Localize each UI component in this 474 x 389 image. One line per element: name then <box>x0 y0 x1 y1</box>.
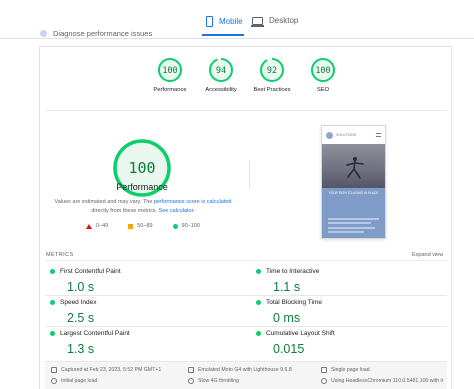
legend-pass: 90–100 <box>172 223 200 229</box>
tab-mobile[interactable]: Mobile <box>206 16 243 27</box>
tab-desktop-label: Desktop <box>269 16 299 25</box>
metric-value: 2.5 s <box>67 311 95 325</box>
metric-value: 0 ms <box>273 311 301 325</box>
page-icon <box>321 367 327 373</box>
divider <box>45 260 447 261</box>
legend-label: 0–49 <box>96 223 109 229</box>
metric-cumulative-layout-shift: Cumulative Layout Shift 0.015 <box>256 330 446 356</box>
metric-total-blocking-time: Total Blocking Time 0 ms <box>256 299 446 325</box>
metric-value: 1.3 s <box>67 342 95 356</box>
logo-icon <box>326 131 333 139</box>
performance-title: Performance <box>116 182 168 192</box>
note-text: Values are estimated and may vary. The <box>54 199 154 205</box>
thumbnail-hero-text: YOUR PATH TO AGING IN PLACE <box>322 188 385 213</box>
pass-circle-icon <box>172 223 178 229</box>
device-icon <box>188 367 194 373</box>
divider <box>45 295 447 296</box>
metric-name: Speed Index <box>60 299 97 306</box>
score-legend: 0–49 50–89 90–100 <box>86 223 200 229</box>
timer-icon <box>51 378 57 384</box>
metric-value: 1.0 s <box>67 280 95 294</box>
network-throttling: Slow 4G throttling <box>188 378 239 384</box>
tab-desktop[interactable]: Desktop <box>251 16 299 27</box>
legend-average: 50–89 <box>128 223 153 229</box>
browser-info: Using HeadlessChromium 110.0.5481.100 wi… <box>321 378 443 384</box>
fail-triangle-icon <box>86 223 92 229</box>
thumbnail-photo <box>322 144 385 188</box>
page-screenshot-thumbnail: SOLUTIONS YOUR PATH TO AGING IN PLACE <box>321 125 386 239</box>
footer-text: Emulated Moto G4 with Lighthouse 9.6.8 <box>198 367 292 373</box>
gauge-ring: 92 <box>260 58 284 82</box>
captured-at: Captured at Feb 23, 2023, 5:52 PM GMT+1 <box>51 367 161 373</box>
legend-fail: 0–49 <box>86 223 108 229</box>
performance-score-value: 100 <box>128 159 155 177</box>
score-calculation-link[interactable]: performance score is calculated <box>154 199 232 205</box>
divider <box>0 38 474 39</box>
gauge-ring: 100 <box>311 58 335 82</box>
score-note: Values are estimated and may vary. The p… <box>50 198 236 215</box>
pass-circle-icon <box>256 269 261 274</box>
wifi-icon <box>188 378 194 384</box>
metric-name: Largest Contentful Paint <box>60 330 130 337</box>
metric-first-contentful-paint: First Contentful Paint 1.0 s <box>50 268 240 294</box>
legend-label: 50–89 <box>137 223 153 229</box>
metric-value: 0.015 <box>273 342 305 356</box>
info-icon <box>40 30 47 37</box>
phone-icon <box>206 16 213 27</box>
metric-name: First Contentful Paint <box>60 268 121 275</box>
divider <box>45 326 447 327</box>
score-value: 100 <box>315 66 330 76</box>
thumbnail-brand: SOLUTIONS <box>336 133 357 137</box>
thumbnail-header: SOLUTIONS <box>322 126 385 144</box>
metric-largest-contentful-paint: Largest Contentful Paint 1.3 s <box>50 330 240 356</box>
score-value: 100 <box>162 66 177 76</box>
score-value: 94 <box>216 66 226 76</box>
diagnose-text: Diagnose performance issues <box>53 29 153 38</box>
tab-mobile-label: Mobile <box>219 17 243 26</box>
footer-text: Single page load <box>331 367 370 373</box>
footer-text: Captured at Feb 23, 2023, 5:52 PM GMT+1 <box>61 367 162 373</box>
score-value: 92 <box>267 66 277 76</box>
metrics-heading: METRICS <box>46 252 74 258</box>
pass-circle-icon <box>50 331 55 336</box>
diagnose-row[interactable]: Diagnose performance issues <box>40 29 152 38</box>
pass-circle-icon <box>50 300 55 305</box>
pass-circle-icon <box>50 269 55 274</box>
metric-name: Time to Interactive <box>266 268 320 275</box>
active-tab-indicator <box>202 34 244 36</box>
desktop-icon <box>251 16 264 27</box>
pass-circle-icon <box>256 300 261 305</box>
note-text: directly from these metrics. <box>91 207 159 214</box>
metric-time-to-interactive: Time to Interactive 1.1 s <box>256 268 446 294</box>
hamburger-menu-icon <box>376 133 381 137</box>
pass-circle-icon <box>256 331 261 336</box>
footer-text: Slow 4G throttling <box>198 378 239 384</box>
gauge-ring: 94 <box>209 58 233 82</box>
calendar-icon <box>51 367 57 373</box>
footer-text: Using HeadlessChromium 110.0.5481.100 wi… <box>331 378 444 384</box>
browser-icon <box>321 378 327 384</box>
metric-name: Total Blocking Time <box>266 299 322 306</box>
single-page-load: Single page load <box>321 367 370 373</box>
metric-speed-index: Speed Index 2.5 s <box>50 299 240 325</box>
score-label: SEO <box>316 87 330 93</box>
metric-name: Cumulative Layout Shift <box>266 330 335 337</box>
gauge-ring: 100 <box>158 58 182 82</box>
run-info-footer: Captured at Feb 23, 2023, 5:52 PM GMT+1 … <box>45 361 447 389</box>
initial-load: Initial page load <box>51 378 97 384</box>
footer-text: Initial page load <box>61 378 98 384</box>
see-calculator-link[interactable]: See calculator. <box>159 208 195 214</box>
emulated-device: Emulated Moto G4 with Lighthouse 9.6.8 <box>188 367 292 373</box>
metric-value: 1.1 s <box>273 280 301 294</box>
divider <box>45 110 447 111</box>
legend-label: 90–100 <box>181 223 200 229</box>
person-yoga-icon <box>346 157 364 179</box>
average-square-icon <box>128 223 134 229</box>
score-gauge-seo[interactable]: 100 SEO <box>293 57 353 93</box>
expand-view-toggle[interactable]: Expand view <box>412 252 443 258</box>
thumbnail-body <box>322 213 385 238</box>
divider <box>249 160 250 188</box>
